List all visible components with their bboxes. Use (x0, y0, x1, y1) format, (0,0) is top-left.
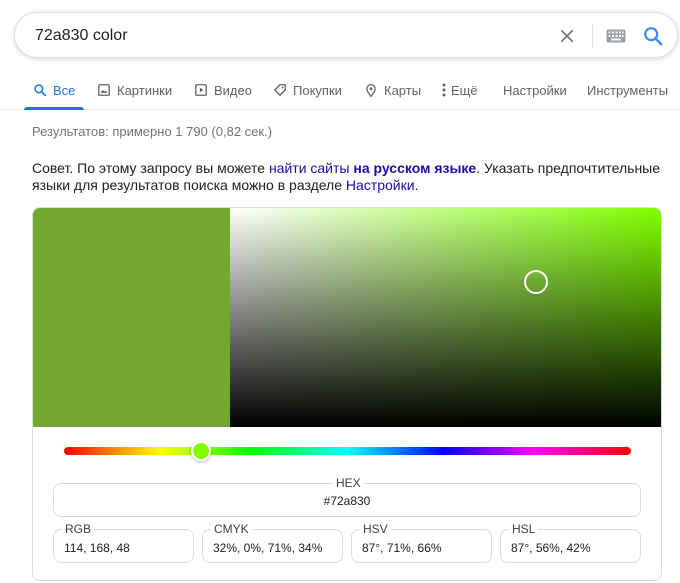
search-icon (33, 83, 47, 97)
hsl-label: HSL (509, 522, 539, 536)
tip-text: Совет. По этому запросу вы можете (32, 160, 269, 176)
tip-link-russian[interactable]: на русском языке (353, 160, 476, 176)
color-picker: HEX RGB CMYK HSV HSL (32, 207, 662, 581)
tab-label: Инструменты (587, 82, 669, 98)
search-box[interactable] (14, 12, 678, 58)
tab-label: Картинки (117, 82, 173, 98)
hsv-input[interactable] (362, 539, 487, 557)
image-icon (97, 83, 111, 97)
tab-maps[interactable]: Карты (364, 70, 421, 110)
tab-label: Настройки (503, 82, 567, 98)
hue-slider-thumb[interactable] (191, 441, 212, 461)
tip-text-end: . (414, 177, 419, 193)
hex-input[interactable] (53, 492, 641, 510)
tab-label: Все (53, 82, 76, 98)
tab-label: Карты (384, 82, 422, 98)
tag-icon (273, 83, 287, 97)
tab-shopping[interactable]: Покупки (273, 70, 342, 110)
search-tabs: Все Картинки Видео Покупки Карты Ещё Нас… (0, 70, 680, 110)
tab-label: Покупки (293, 82, 342, 98)
hex-label: HEX (333, 476, 364, 490)
rgb-label: RGB (62, 522, 95, 536)
tab-label: Видео (214, 82, 252, 98)
tab-settings[interactable]: Настройки (503, 70, 567, 110)
tip-link-settings[interactable]: Настройки (346, 177, 415, 193)
hue-slider[interactable] (64, 441, 631, 461)
tab-all[interactable]: Все (23, 70, 85, 110)
result-stats: Результатов: примерно 1 790 (0,82 сек.) (32, 124, 273, 139)
keyboard-icon[interactable] (603, 24, 629, 48)
clear-icon[interactable] (555, 24, 579, 48)
more-vert-icon (441, 83, 447, 97)
tab-video[interactable]: Видео (194, 70, 252, 110)
tab-images[interactable]: Картинки (97, 70, 172, 110)
map-pin-icon (364, 83, 378, 98)
tab-label: Ещё (451, 82, 478, 98)
search-box-divider (592, 23, 593, 49)
rgb-input[interactable] (64, 539, 189, 557)
search-input[interactable] (35, 23, 535, 49)
hsv-label: HSV (360, 522, 391, 536)
cmyk-input[interactable] (213, 539, 338, 557)
language-tip: Совет. По этому запросу вы можете найти … (32, 160, 662, 194)
tab-tools[interactable]: Инструменты (587, 70, 668, 110)
cmyk-label: CMYK (211, 522, 252, 536)
saturation-value-area[interactable] (230, 208, 661, 427)
search-submit-icon[interactable] (640, 23, 666, 49)
black-gradient (230, 208, 661, 427)
color-swatch (33, 208, 230, 427)
tip-link-find-sites[interactable]: найти сайты (269, 160, 350, 176)
hsl-input[interactable] (511, 539, 636, 557)
tab-more[interactable]: Ещё (441, 70, 478, 110)
play-icon (194, 83, 208, 97)
